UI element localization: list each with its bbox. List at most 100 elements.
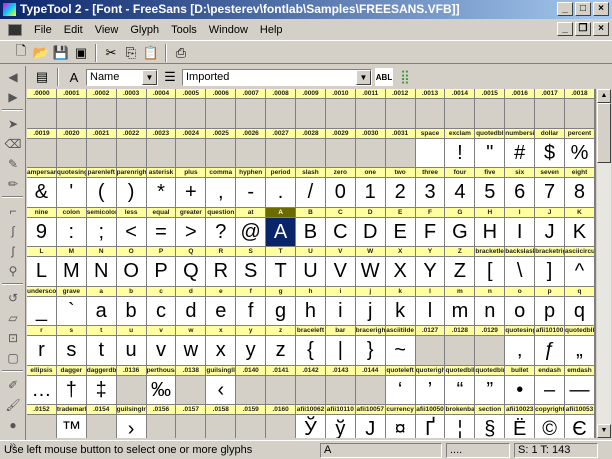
glyph-name-label[interactable]: n xyxy=(475,286,506,297)
glyph-cell[interactable]: e xyxy=(206,296,237,326)
glyph-name-label[interactable]: dollar xyxy=(535,128,566,139)
scale-tool-icon[interactable]: ⊡ xyxy=(2,328,24,347)
glyph-name-label[interactable]: asciitilde xyxy=(385,326,416,336)
glyph-cell[interactable] xyxy=(565,99,595,129)
glyph-cell[interactable] xyxy=(296,99,326,129)
glyph-name-label[interactable]: quoteright xyxy=(415,365,446,376)
glyph-cell[interactable]: ƒ xyxy=(535,336,566,366)
glyph-cell[interactable]: X xyxy=(385,257,416,287)
glyph-cell[interactable]: K xyxy=(565,217,595,247)
glyph-name-label[interactable]: comma xyxy=(206,168,237,178)
glyph-cell[interactable]: ‚ xyxy=(505,336,536,366)
glyph-name-label[interactable]: .0011 xyxy=(355,89,386,99)
glyph-cell[interactable]: V xyxy=(325,257,356,287)
glyph-name-label[interactable]: .0016 xyxy=(505,89,536,99)
glyph-cell[interactable]: d xyxy=(176,296,207,326)
glyph-cell[interactable]: ; xyxy=(86,217,117,247)
glyph-name-label[interactable]: section xyxy=(475,405,506,415)
glyph-name-label[interactable]: .0015 xyxy=(475,89,506,99)
glyph-name-label[interactable]: .0030 xyxy=(355,128,386,139)
glyph-name-label[interactable]: emdash xyxy=(565,365,595,376)
glyph-cell[interactable]: 6 xyxy=(505,178,536,208)
glyph-cell[interactable] xyxy=(266,415,297,438)
glyph-name-label[interactable]: afii10050 xyxy=(415,405,446,415)
glyph-name-label[interactable]: afii10023 xyxy=(505,405,536,415)
glyph-name-label[interactable]: w xyxy=(176,326,207,336)
glyph-name-label[interactable]: p xyxy=(535,286,566,297)
glyph-cell[interactable] xyxy=(445,336,476,366)
glyph-cell[interactable] xyxy=(146,99,177,129)
glyph-cell[interactable]: x xyxy=(206,336,237,366)
glyph-name-label[interactable]: .0012 xyxy=(385,89,416,99)
glyph-name-label[interactable]: k xyxy=(385,286,416,297)
glyph-cell[interactable]: ` xyxy=(56,296,87,326)
glyph-name-label[interactable]: braceleft xyxy=(296,326,326,336)
glyph-name-label[interactable]: c xyxy=(146,286,177,297)
glyph-name-label[interactable]: period xyxy=(266,168,297,178)
glyph-name-label[interactable]: d xyxy=(176,286,207,297)
glyph-name-label[interactable]: quotedblleft xyxy=(445,365,476,376)
glyph-cell[interactable]: $ xyxy=(535,138,566,168)
glyph-name-label[interactable]: afii10053 xyxy=(565,405,595,415)
glyph-name-label[interactable]: zero xyxy=(325,168,356,178)
glyph-name-label[interactable]: .0003 xyxy=(116,89,147,99)
close-button[interactable]: × xyxy=(593,2,609,16)
glyph-name-label[interactable]: N xyxy=(86,247,117,257)
glyph-name-label[interactable]: .0136 xyxy=(116,365,147,376)
glyph-cell[interactable]: ” xyxy=(475,375,506,405)
glyph-cell[interactable]: J xyxy=(535,217,566,247)
glyph-cell[interactable]: O xyxy=(116,257,147,287)
glyph-cell[interactable] xyxy=(385,99,416,129)
glyph-cell[interactable]: % xyxy=(565,138,595,168)
glyph-name-label[interactable]: afii10062 xyxy=(296,405,326,415)
glyph-cell[interactable]: b xyxy=(116,296,147,326)
glyph-cell[interactable]: p xyxy=(535,296,566,326)
glyph-name-label[interactable]: .0008 xyxy=(266,89,297,99)
glyph-cell[interactable] xyxy=(296,375,326,405)
glyph-cell[interactable]: n xyxy=(475,296,506,326)
glyph-name-label[interactable]: .0024 xyxy=(176,128,207,139)
glyph-cell[interactable]: Є xyxy=(565,415,595,438)
glyph-cell[interactable]: h xyxy=(296,296,326,326)
glyph-name-label[interactable]: eight xyxy=(565,168,595,178)
glyph-name-label[interactable]: .0017 xyxy=(535,89,566,99)
glyph-cell[interactable]: • xyxy=(505,375,536,405)
glyph-name-label[interactable]: t xyxy=(86,326,117,336)
glyph-cell[interactable]: * xyxy=(146,178,177,208)
glyph-cell[interactable]: # xyxy=(505,138,536,168)
glyph-name-label[interactable]: .0014 xyxy=(445,89,476,99)
menu-view[interactable]: View xyxy=(89,24,125,36)
glyph-name-label[interactable]: s xyxy=(56,326,87,336)
glyph-name-label[interactable]: .0002 xyxy=(86,89,117,99)
glyph-cell[interactable] xyxy=(325,138,356,168)
glyph-cell[interactable]: … xyxy=(27,375,57,405)
glyph-cell[interactable]: „ xyxy=(565,336,595,366)
glyph-cell[interactable] xyxy=(236,415,267,438)
glyph-cell[interactable]: Ј xyxy=(355,415,386,438)
glyph-name-label[interactable]: T xyxy=(266,247,297,257)
glyph-name-label[interactable]: two xyxy=(385,168,416,178)
glyph-name-label[interactable]: K xyxy=(565,207,595,218)
glyph-cell[interactable]: v xyxy=(146,336,177,366)
glyph-name-label[interactable]: .0142 xyxy=(296,365,326,376)
glyph-cell[interactable]: R xyxy=(206,257,237,287)
glyph-name-label[interactable]: braceright xyxy=(355,326,386,336)
glyph-cell[interactable]: a xyxy=(86,296,117,326)
glyph-name-label[interactable]: M xyxy=(56,247,87,257)
glyph-cell[interactable]: q xyxy=(565,296,595,326)
glyph-cell[interactable] xyxy=(146,415,177,438)
glyph-name-label[interactable]: j xyxy=(355,286,386,297)
copy-icon[interactable]: ⎘ xyxy=(122,44,140,62)
glyph-cell[interactable] xyxy=(86,415,117,438)
glyph-cell[interactable]: S xyxy=(236,257,267,287)
glyph-name-label[interactable]: .0157 xyxy=(176,405,207,415)
glyph-name-label[interactable]: .0140 xyxy=(236,365,267,376)
glyph-name-label[interactable]: W xyxy=(355,247,386,257)
glyph-cell[interactable]: i xyxy=(325,296,356,326)
glyph-name-label[interactable]: P xyxy=(146,247,177,257)
glyph-cell[interactable]: N xyxy=(86,257,117,287)
glyph-name-label[interactable]: .0152 xyxy=(27,405,57,415)
new-file-icon[interactable]: 🗋 xyxy=(12,43,30,62)
glyph-cell[interactable]: ' xyxy=(56,178,87,208)
glyph-name-label[interactable]: three xyxy=(415,168,446,178)
